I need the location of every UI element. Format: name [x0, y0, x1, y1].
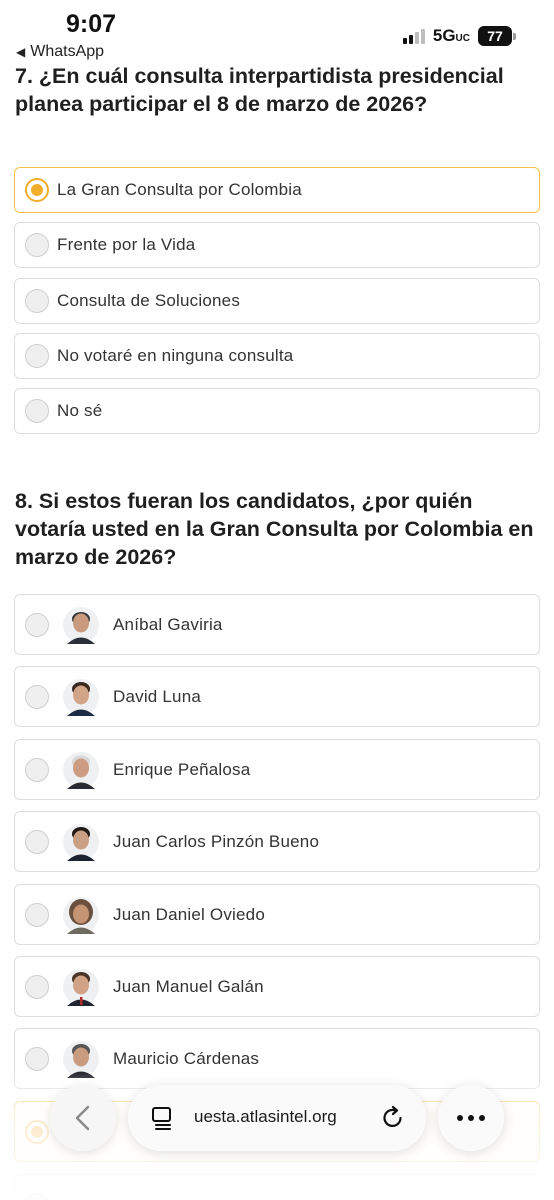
- candidate-photo-avatar: [63, 823, 99, 861]
- candidate-photo-avatar: [63, 968, 99, 1006]
- status-time: 9:07: [66, 10, 117, 38]
- q7-option-gran-consulta[interactable]: La Gran Consulta por Colombia: [14, 167, 540, 213]
- network-label: 5GUC: [432, 26, 470, 45]
- radio-icon[interactable]: [25, 902, 49, 927]
- address-bar[interactable]: uesta.atlasintel.org: [128, 1085, 426, 1151]
- status-indicators: 5GUC 77: [402, 26, 516, 46]
- option-label: La Gran Consulta por Colombia: [57, 180, 302, 199]
- radio-icon[interactable]: [25, 612, 49, 637]
- candidate-photo-avatar: [63, 606, 99, 644]
- radio-icon[interactable]: [25, 974, 49, 999]
- candidate-photo-avatar: [63, 678, 99, 716]
- radio-icon[interactable]: [25, 399, 49, 423]
- q8-option-anibal-gaviria[interactable]: Aníbal Gaviria: [14, 594, 540, 655]
- back-triangle-icon: ◀: [16, 45, 26, 59]
- back-app-label: WhatsApp: [30, 43, 105, 60]
- q8-option-juan-manuel-galan[interactable]: Juan Manuel Galán: [14, 956, 540, 1017]
- option-label: Frente por la Vida: [57, 235, 196, 254]
- more-options-button[interactable]: [438, 1085, 504, 1151]
- signal-icon: [402, 28, 425, 44]
- radio-icon[interactable]: [25, 233, 49, 257]
- battery-level: 77: [478, 26, 512, 46]
- option-label: No votaré en ninguna consulta: [57, 346, 294, 365]
- radio-icon[interactable]: [25, 684, 49, 709]
- candidate-photo-avatar: [63, 751, 99, 789]
- option-label: Enrique Peñalosa: [113, 759, 251, 779]
- question-7-title: 7. ¿En cuál consulta interpartidista pre…: [15, 64, 504, 116]
- reload-icon[interactable]: [380, 1105, 406, 1131]
- more-icon: [457, 1115, 463, 1121]
- q8-option-enrique-penalosa[interactable]: Enrique Peñalosa: [14, 739, 540, 800]
- battery-icon: 77: [478, 26, 516, 46]
- browser-back-button[interactable]: [50, 1085, 116, 1151]
- q7-option-no-se[interactable]: No sé: [14, 388, 540, 434]
- q8-option-juan-carlos-pinzon[interactable]: Juan Carlos Pinzón Bueno: [14, 811, 540, 872]
- q8-option-juan-daniel-oviedo[interactable]: Juan Daniel Oviedo: [14, 884, 540, 945]
- radio-icon[interactable]: [25, 344, 49, 368]
- q7-option-soluciones[interactable]: Consulta de Soluciones: [14, 278, 540, 324]
- url-text: uesta.atlasintel.org: [194, 1107, 337, 1126]
- option-label: Juan Manuel Galán: [113, 976, 264, 996]
- radio-icon[interactable]: [25, 289, 49, 313]
- option-label: Juan Carlos Pinzón Bueno: [113, 831, 320, 851]
- option-label: No sé: [57, 401, 103, 420]
- back-to-app-link[interactable]: ◀ WhatsApp: [16, 43, 104, 61]
- option-label: Aníbal Gaviria: [113, 614, 223, 634]
- radio-icon[interactable]: [25, 757, 49, 782]
- tabs-icon[interactable]: [150, 1105, 176, 1131]
- option-label: David Luna: [113, 686, 202, 706]
- chevron-left-icon: [75, 1105, 90, 1131]
- candidate-photo-avatar: [63, 896, 99, 934]
- option-label: Consulta de Soluciones: [57, 291, 241, 310]
- q7-option-no-votare[interactable]: No votaré en ninguna consulta: [14, 333, 540, 379]
- radio-icon[interactable]: [25, 829, 49, 854]
- option-label: Mauricio Cárdenas: [113, 1048, 260, 1068]
- option-label: Juan Daniel Oviedo: [113, 904, 265, 924]
- radio-icon[interactable]: [25, 1046, 49, 1071]
- q7-option-frente-vida[interactable]: Frente por la Vida: [14, 222, 540, 268]
- radio-selected-icon[interactable]: [25, 178, 49, 202]
- question-8-title: 8. Si estos fueran los candidatos, ¿por …: [15, 489, 534, 569]
- q8-option-david-luna[interactable]: David Luna: [14, 666, 540, 727]
